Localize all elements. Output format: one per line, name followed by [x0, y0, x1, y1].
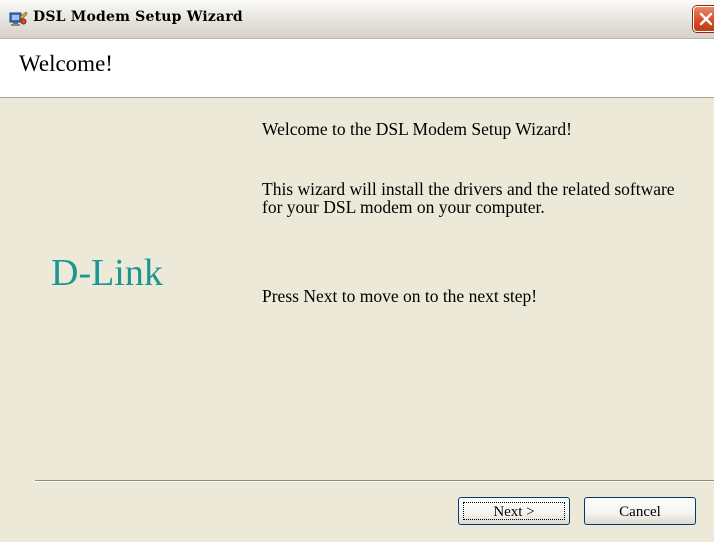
setup-wizard-icon — [8, 9, 28, 29]
setup-wizard-window: DSL Modem Setup Wizard Welcome! D-Link W… — [0, 0, 714, 542]
wizard-content: D-Link Welcome to the DSL Modem Setup Wi… — [0, 98, 714, 542]
page-title: Welcome! — [19, 51, 113, 76]
close-button[interactable] — [693, 6, 714, 32]
footer-divider — [35, 480, 714, 482]
window-title: DSL Modem Setup Wizard — [33, 9, 243, 25]
next-button-label: Next > — [493, 504, 535, 520]
next-button[interactable]: Next > — [458, 497, 570, 525]
wizard-header: Welcome! — [0, 39, 714, 98]
title-bar[interactable]: DSL Modem Setup Wizard — [0, 0, 714, 39]
close-icon — [699, 12, 713, 26]
cancel-button[interactable]: Cancel — [584, 497, 696, 525]
cancel-button-label: Cancel — [619, 504, 661, 520]
description-paragraph: This wizard will install the drivers and… — [262, 179, 675, 217]
instruction-paragraph: Press Next to move on to the next step! — [262, 286, 538, 306]
welcome-paragraph: Welcome to the DSL Modem Setup Wizard! — [262, 119, 572, 139]
dlink-logo: D-Link — [51, 252, 163, 294]
